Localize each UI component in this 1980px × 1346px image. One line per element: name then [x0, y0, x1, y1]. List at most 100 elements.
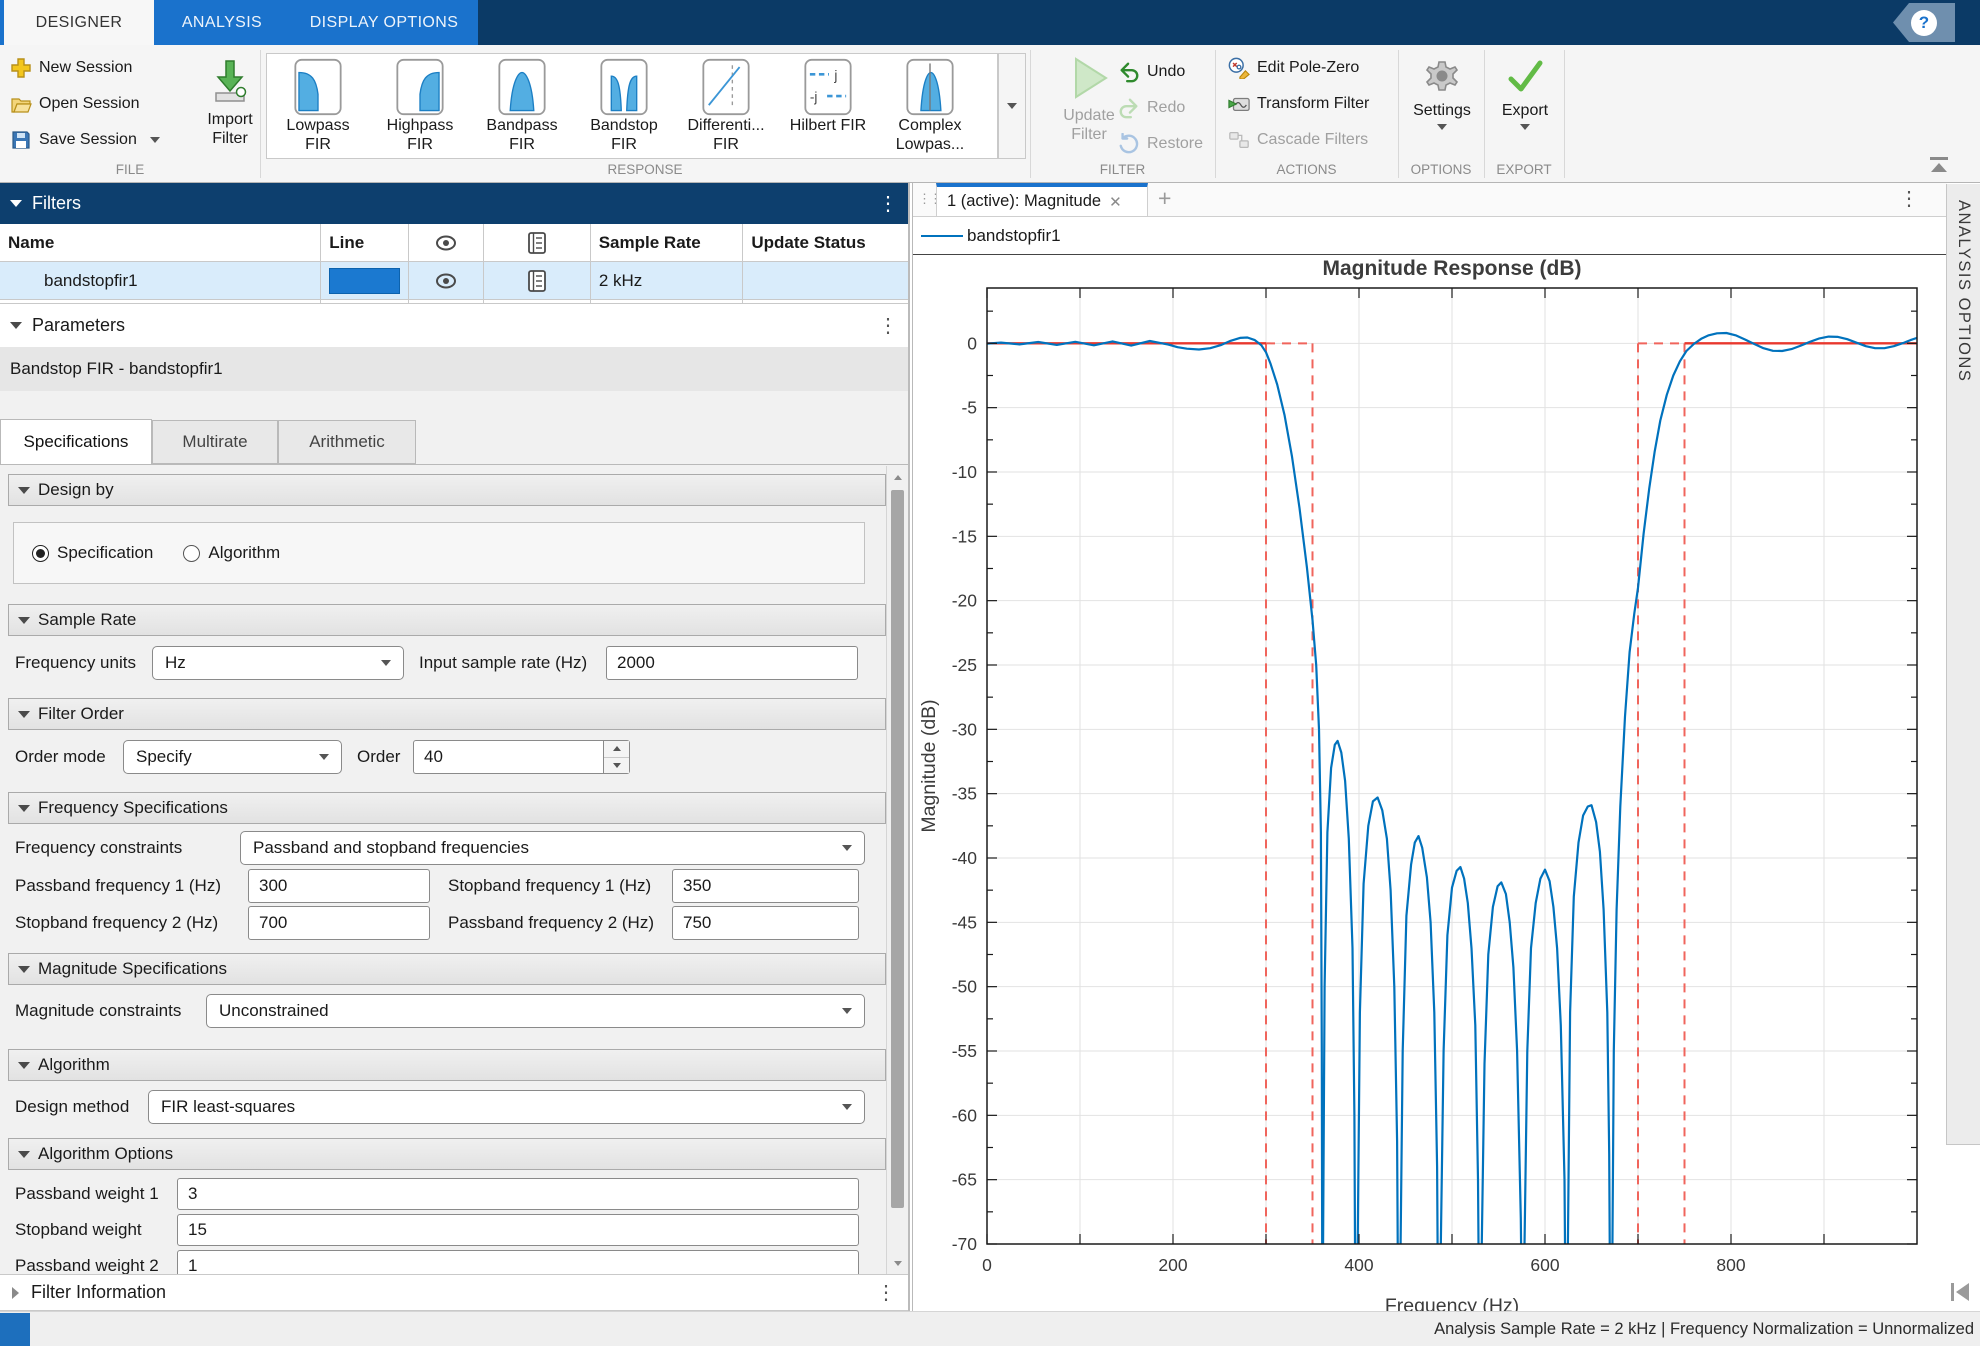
transform-filter-button[interactable]: Transform Filter	[1228, 93, 1369, 115]
spec-doc-icon[interactable]	[527, 269, 547, 293]
design-method-dropdown[interactable]: FIR least-squares	[148, 1090, 865, 1124]
hilbert-fir-button[interactable]: j-j Hilbert FIR	[777, 54, 879, 158]
algorithm-options-section-header[interactable]: Algorithm Options	[8, 1138, 886, 1170]
input-sample-rate-label: Input sample rate (Hz)	[419, 646, 587, 680]
spinner-down-icon[interactable]	[604, 758, 629, 774]
restore-icon	[1118, 133, 1140, 155]
filter-sample-rate-cell[interactable]: 2 kHz	[591, 262, 744, 300]
sample-rate-section-header[interactable]: Sample Rate	[8, 604, 886, 636]
parameters-menu-icon[interactable]: ⋮	[878, 316, 898, 336]
passband-weight-2-field[interactable]: 1	[177, 1250, 859, 1274]
tab-designer[interactable]: DESIGNER	[4, 0, 154, 45]
frequency-units-dropdown[interactable]: Hz	[152, 646, 404, 680]
collapse-ribbon-icon[interactable]	[1926, 155, 1952, 175]
filter-specs-cell[interactable]	[484, 262, 591, 300]
complex-lowpass-fir-button[interactable]: ComplexLowpas...	[879, 54, 981, 158]
filter-row-bandstopfir1[interactable]: bandstopfir1 2 kHz	[0, 262, 908, 300]
col-name[interactable]: Name	[0, 224, 321, 262]
analysis-options-label: ANALYSIS OPTIONS	[1954, 200, 1973, 382]
design-by-section-header[interactable]: Design by	[8, 474, 886, 506]
col-line[interactable]: Line	[321, 224, 409, 262]
import-filter-button[interactable]: Import Filter	[196, 59, 264, 148]
filters-menu-icon[interactable]: ⋮	[878, 194, 898, 214]
tab-analysis[interactable]: ANALYSIS	[154, 0, 290, 45]
filter-update-status-cell[interactable]	[743, 262, 908, 300]
bandstop-fir-button[interactable]: BandstopFIR	[573, 54, 675, 158]
frequency-constraints-dropdown[interactable]: Passband and stopband frequencies	[240, 831, 865, 865]
radio-icon[interactable]	[183, 545, 200, 562]
undo-button[interactable]: Undo	[1118, 57, 1185, 87]
col-update-status[interactable]: Update Status	[743, 224, 908, 262]
bandpass-fir-button[interactable]: BandpassFIR	[471, 54, 573, 158]
radio-algorithm[interactable]: Algorithm	[183, 543, 280, 563]
specifications-form: Design by Specification Algorithm Sample…	[0, 466, 908, 1274]
stopband-weight-field[interactable]: 15	[177, 1214, 859, 1246]
passband-weight-1-field[interactable]: 3	[177, 1178, 859, 1210]
spinner-up-icon[interactable]	[604, 741, 629, 758]
svg-text:j: j	[833, 68, 837, 83]
redo-button[interactable]: Redo	[1118, 93, 1185, 123]
scrollbar-thumb[interactable]	[891, 490, 904, 1208]
col-visibility[interactable]	[409, 224, 484, 262]
help-button[interactable]: ?	[1893, 3, 1955, 42]
stopband-frequency-2-field[interactable]: 700	[248, 906, 430, 940]
filter-line-cell[interactable]	[321, 262, 409, 300]
order-stepper[interactable]: 40	[413, 740, 630, 774]
magnitude-specifications-section-header[interactable]: Magnitude Specifications	[8, 953, 886, 985]
collapse-parameters-icon[interactable]	[10, 322, 22, 329]
settings-button[interactable]: Settings	[1402, 55, 1482, 130]
plot-menu-icon[interactable]: ⋮	[1899, 189, 1919, 209]
line-color-swatch[interactable]	[329, 268, 400, 294]
differentiator-fir-button[interactable]: Differenti...FIR	[675, 54, 777, 158]
cascade-filters-button[interactable]: Cascade Filters	[1228, 129, 1368, 151]
parameters-scrollbar[interactable]	[886, 466, 908, 1274]
status-text: Analysis Sample Rate = 2 kHz | Frequency…	[1434, 1320, 1974, 1339]
parameters-panel-header[interactable]: Parameters ⋮	[0, 303, 908, 347]
collapse-icon	[18, 487, 30, 494]
filter-information-header[interactable]: Filter Information ⋮	[0, 1274, 908, 1311]
close-tab-icon[interactable]: ✕	[1109, 193, 1122, 211]
restore-legend-icon[interactable]	[1948, 1280, 1972, 1304]
collapse-filters-icon[interactable]	[10, 200, 22, 207]
tab-specifications[interactable]: Specifications	[0, 419, 152, 464]
passband-frequency-2-label: Passband frequency 2 (Hz)	[448, 906, 654, 940]
edit-pole-zero-button[interactable]: Edit Pole-Zero	[1228, 57, 1359, 79]
add-tab-button[interactable]: +	[1158, 185, 1171, 212]
order-spinner[interactable]	[603, 741, 629, 773]
col-sample-rate[interactable]: Sample Rate	[591, 224, 744, 262]
col-specs[interactable]	[484, 224, 591, 262]
filter-visibility-cell[interactable]	[409, 262, 484, 300]
analysis-options-strip[interactable]: ANALYSIS OPTIONS	[1946, 184, 1980, 1145]
radio-icon[interactable]	[32, 545, 49, 562]
stopband-frequency-1-field[interactable]: 350	[672, 869, 859, 903]
filter-name-cell[interactable]: bandstopfir1	[0, 262, 321, 300]
restore-button[interactable]: Restore	[1118, 129, 1203, 159]
tab-arithmetic[interactable]: Arithmetic	[278, 420, 416, 464]
algorithm-section-header[interactable]: Algorithm	[8, 1049, 886, 1081]
filters-panel-header[interactable]: Filters ⋮	[0, 183, 908, 224]
highpass-fir-button[interactable]: HighpassFIR	[369, 54, 471, 158]
radio-specification[interactable]: Specification	[32, 543, 153, 563]
tab-multirate[interactable]: Multirate	[152, 420, 278, 464]
passband-frequency-1-field[interactable]: 300	[248, 869, 430, 903]
export-button[interactable]: Export	[1488, 55, 1562, 130]
open-session-button[interactable]: Open Session	[10, 93, 140, 115]
passband-frequency-2-field[interactable]: 750	[672, 906, 859, 940]
scroll-down-icon[interactable]	[887, 1252, 908, 1274]
eye-icon[interactable]	[433, 272, 459, 290]
frequency-specifications-section-header[interactable]: Frequency Specifications	[8, 792, 886, 824]
magnitude-constraints-dropdown[interactable]: Unconstrained	[206, 994, 865, 1028]
tab-display-options[interactable]: DISPLAY OPTIONS	[290, 0, 478, 45]
magnitude-response-chart[interactable]: 02004006008000-5-10-15-20-25-30-35-40-45…	[913, 255, 1947, 1311]
scroll-up-icon[interactable]	[887, 466, 908, 488]
expand-filter-information-icon[interactable]	[12, 1287, 19, 1299]
new-session-button[interactable]: New Session	[10, 57, 132, 79]
filter-information-menu-icon[interactable]: ⋮	[876, 1283, 896, 1303]
response-gallery-overflow-button[interactable]	[998, 53, 1026, 159]
input-sample-rate-field[interactable]: 2000	[606, 646, 858, 680]
order-mode-dropdown[interactable]: Specify	[123, 740, 342, 774]
plot-tab-magnitude[interactable]: 1 (active): Magnitude ✕	[936, 183, 1148, 217]
lowpass-fir-button[interactable]: LowpassFIR	[267, 54, 369, 158]
save-session-button[interactable]: Save Session	[10, 129, 160, 151]
filter-order-section-header[interactable]: Filter Order	[8, 698, 886, 730]
